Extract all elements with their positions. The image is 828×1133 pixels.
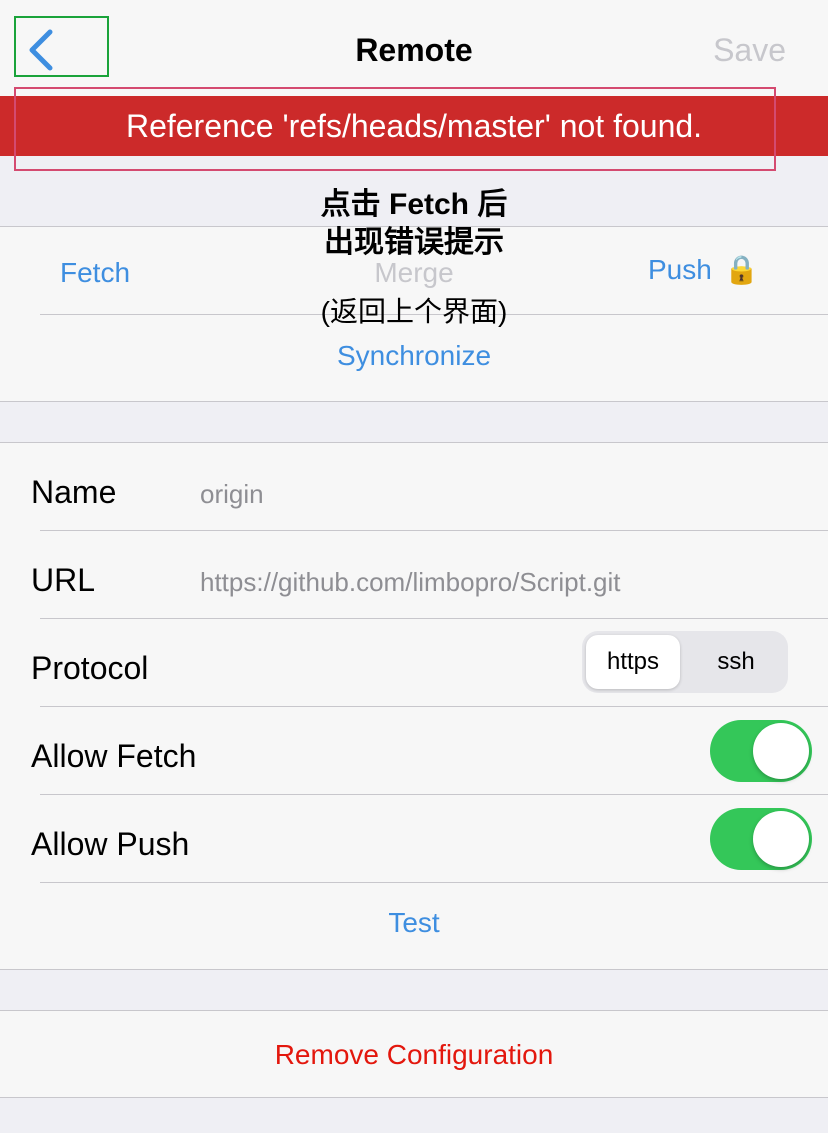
remove-section: Remove Configuration (0, 1010, 828, 1098)
name-field[interactable]: origin (200, 479, 264, 510)
toggle-knob (753, 723, 809, 779)
divider (40, 706, 828, 707)
divider (40, 882, 828, 883)
allow-fetch-label: Allow Fetch (31, 738, 197, 774)
navigation-bar: Remote Save (0, 0, 828, 96)
annotation-line-3: (返回上个界面) (320, 296, 508, 327)
name-label: Name (31, 474, 117, 510)
toggle-knob (753, 811, 809, 867)
divider (40, 618, 828, 619)
protocol-option-https[interactable]: https (586, 635, 680, 689)
url-field[interactable]: https://github.com/limbopro/Script.git (200, 567, 621, 598)
error-highlight-box (14, 87, 776, 171)
remote-form-section: Name origin URL https://github.com/limbo… (0, 442, 828, 970)
annotation-line-2: 出现错误提示 (324, 226, 504, 259)
save-button[interactable]: Save (713, 32, 786, 69)
synchronize-button[interactable]: Synchronize (0, 340, 828, 372)
annotation-line-1: 点击 Fetch 后 (320, 188, 508, 221)
divider (40, 530, 828, 531)
page-title: Remote (355, 32, 473, 68)
protocol-option-ssh[interactable]: ssh (688, 635, 784, 689)
test-button[interactable]: Test (0, 907, 828, 939)
remove-configuration-button[interactable]: Remove Configuration (0, 1039, 828, 1071)
allow-push-label: Allow Push (31, 826, 190, 862)
divider (40, 794, 828, 795)
url-label: URL (31, 562, 96, 598)
protocol-segmented-control: https ssh (582, 631, 788, 693)
protocol-label: Protocol (31, 650, 149, 686)
allow-push-toggle[interactable] (710, 808, 812, 870)
allow-fetch-toggle[interactable] (710, 720, 812, 782)
